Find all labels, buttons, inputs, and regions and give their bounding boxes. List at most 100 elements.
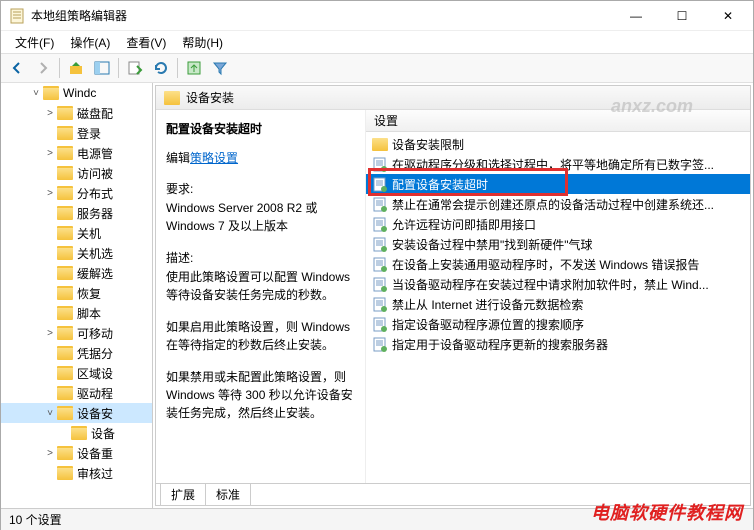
menu-action[interactable]: 操作(A) <box>62 32 118 53</box>
tree-node[interactable]: ˃分布式 <box>1 183 153 203</box>
settings-list-pane: 设置 设备安装限制在驱动程序分级和选择过程中，将平等地确定所有已数字签... 配置… <box>366 110 750 483</box>
requirements-text: Windows Server 2008 R2 或 Windows 7 及以上版本 <box>166 199 355 235</box>
tree-node-label: 审核过 <box>77 465 113 482</box>
app-icon <box>9 8 25 24</box>
list-item[interactable]: 禁止在通常会提示创建还原点的设备活动过程中创建系统还... <box>366 194 750 214</box>
list-item[interactable]: 设备安装限制 <box>366 134 750 154</box>
maximize-button[interactable]: ☐ <box>659 1 705 31</box>
tree-node[interactable]: 设备 <box>1 423 153 443</box>
list-item[interactable]: 在设备上安装通用驱动程序时，不发送 Windows 错误报告 <box>366 254 750 274</box>
tree-node[interactable]: 凭据分 <box>1 343 153 363</box>
expand-icon[interactable]: ˃ <box>43 148 57 159</box>
tab-standard[interactable]: 标准 <box>205 484 251 506</box>
export-button[interactable] <box>123 56 147 80</box>
list-item[interactable]: 在驱动程序分级和选择过程中，将平等地确定所有已数字签... <box>366 154 750 174</box>
window-title: 本地组策略编辑器 <box>31 7 613 24</box>
close-button[interactable]: ✕ <box>705 1 751 31</box>
collapse-icon[interactable]: ˅ <box>29 88 43 99</box>
tree-node[interactable]: 脚本 <box>1 303 153 323</box>
tree-node[interactable]: ˅设备安 <box>1 403 153 423</box>
tree-node[interactable]: 关机 <box>1 223 153 243</box>
description-text-1: 使用此策略设置可以配置 Windows 等待设备安装任务完成的秒数。 <box>166 268 355 304</box>
list-item[interactable]: 配置设备安装超时 <box>366 174 750 194</box>
policy-icon <box>372 316 388 332</box>
tree-node-label: 关机 <box>77 225 101 242</box>
list-item-label: 指定设备驱动程序源位置的搜索顺序 <box>392 316 584 333</box>
tree-node[interactable]: ˃ 设备重 <box>1 443 153 463</box>
policy-icon <box>372 296 388 312</box>
description-pane: 配置设备安装超时 编辑策略设置 要求: Windows Server 2008 … <box>156 110 366 483</box>
policy-icon <box>372 216 388 232</box>
folder-icon <box>57 166 73 180</box>
minimize-button[interactable]: — <box>613 1 659 31</box>
list-item-label: 配置设备安装超时 <box>392 176 488 193</box>
tree-node[interactable]: 服务器 <box>1 203 153 223</box>
folder-icon <box>57 226 73 240</box>
tree-node-label: 区域设 <box>77 365 113 382</box>
tree-node-label: 磁盘配 <box>77 105 113 122</box>
refresh-button[interactable] <box>149 56 173 80</box>
up-button[interactable] <box>64 56 88 80</box>
menu-view[interactable]: 查看(V) <box>118 32 174 53</box>
expand-icon[interactable]: ˃ <box>43 108 57 119</box>
folder-icon <box>57 306 73 320</box>
list-item[interactable]: 禁止从 Internet 进行设备元数据检索 <box>366 294 750 314</box>
tree-node[interactable]: 驱动程 <box>1 383 153 403</box>
folder-icon <box>57 106 73 120</box>
tree-pane[interactable]: ˅Windc ˃ 磁盘配登录˃电源管访问被˃分布式服务器关机关机选缓解选恢复脚本˃可… <box>1 83 153 508</box>
expand-icon[interactable]: ˃ <box>43 328 57 339</box>
tree-node[interactable]: 恢复 <box>1 283 153 303</box>
menu-file[interactable]: 文件(F) <box>7 32 62 53</box>
folder-icon <box>71 426 87 440</box>
list-item-label: 设备安装限制 <box>392 136 464 153</box>
list-item[interactable]: 安装设备过程中禁用"找到新硬件"气球 <box>366 234 750 254</box>
description-label: 描述: <box>166 249 355 266</box>
list-item[interactable]: 允许远程访问即插即用接口 <box>366 214 750 234</box>
menu-help[interactable]: 帮助(H) <box>174 32 231 53</box>
tree-node[interactable]: 区域设 <box>1 363 153 383</box>
tree-node[interactable]: 访问被 <box>1 163 153 183</box>
tree-node[interactable]: ˃ 磁盘配 <box>1 103 153 123</box>
tree-node-label: 驱动程 <box>77 385 113 402</box>
folder-icon <box>164 91 180 105</box>
main-area: ˅Windc ˃ 磁盘配登录˃电源管访问被˃分布式服务器关机关机选缓解选恢复脚本˃可… <box>1 83 753 508</box>
menubar: 文件(F) 操作(A) 查看(V) 帮助(H) <box>1 31 753 53</box>
list-item-label: 允许远程访问即插即用接口 <box>392 216 536 233</box>
filter-button[interactable] <box>208 56 232 80</box>
tree-node[interactable]: ˅Windc <box>1 83 153 103</box>
tab-extended[interactable]: 扩展 <box>160 484 206 506</box>
folder-icon <box>57 126 73 140</box>
toolbar-separator <box>118 58 119 78</box>
tree-node[interactable]: 登录 <box>1 123 153 143</box>
list-item-label: 禁止从 Internet 进行设备元数据检索 <box>392 296 583 313</box>
folder-icon <box>57 366 73 380</box>
list-item[interactable]: 指定用于设备驱动程序更新的搜索服务器 <box>366 334 750 354</box>
folder-icon <box>57 386 73 400</box>
show-hide-tree-button[interactable] <box>90 56 114 80</box>
list-item-label: 安装设备过程中禁用"找到新硬件"气球 <box>392 236 593 253</box>
tree-node-label: 关机选 <box>77 245 113 262</box>
policy-icon <box>372 196 388 212</box>
tree-node[interactable]: 审核过 <box>1 463 153 483</box>
tree-node[interactable]: ˃电源管 <box>1 143 153 163</box>
back-button[interactable] <box>5 56 29 80</box>
status-text: 10 个设置 <box>9 511 62 528</box>
expand-icon[interactable]: ˃ <box>43 188 57 199</box>
forward-button[interactable] <box>31 56 55 80</box>
collapse-icon[interactable]: ˅ <box>43 408 57 419</box>
tree-node[interactable]: 关机选 <box>1 243 153 263</box>
tree-node[interactable]: ˃可移动 <box>1 323 153 343</box>
toolbar <box>1 53 753 83</box>
expand-icon[interactable]: ˃ <box>43 448 57 459</box>
edit-policy-link[interactable]: 策略设置 <box>190 149 238 166</box>
properties-button[interactable] <box>182 56 206 80</box>
list-item[interactable]: 指定设备驱动程序源位置的搜索顺序 <box>366 314 750 334</box>
list-item-label: 当设备驱动程序在安装过程中请求附加软件时，禁止 Wind... <box>392 276 709 293</box>
detail-pane: 设备安装 配置设备安装超时 编辑策略设置 要求: Windows Server … <box>155 85 751 506</box>
list-column-header[interactable]: 设置 <box>366 110 750 132</box>
list-item[interactable]: 当设备驱动程序在安装过程中请求附加软件时，禁止 Wind... <box>366 274 750 294</box>
folder-icon <box>57 266 73 280</box>
list-item-label: 在驱动程序分级和选择过程中，将平等地确定所有已数字签... <box>392 156 714 173</box>
tree-node[interactable]: 缓解选 <box>1 263 153 283</box>
tree-node-label: 设备重 <box>77 445 113 462</box>
